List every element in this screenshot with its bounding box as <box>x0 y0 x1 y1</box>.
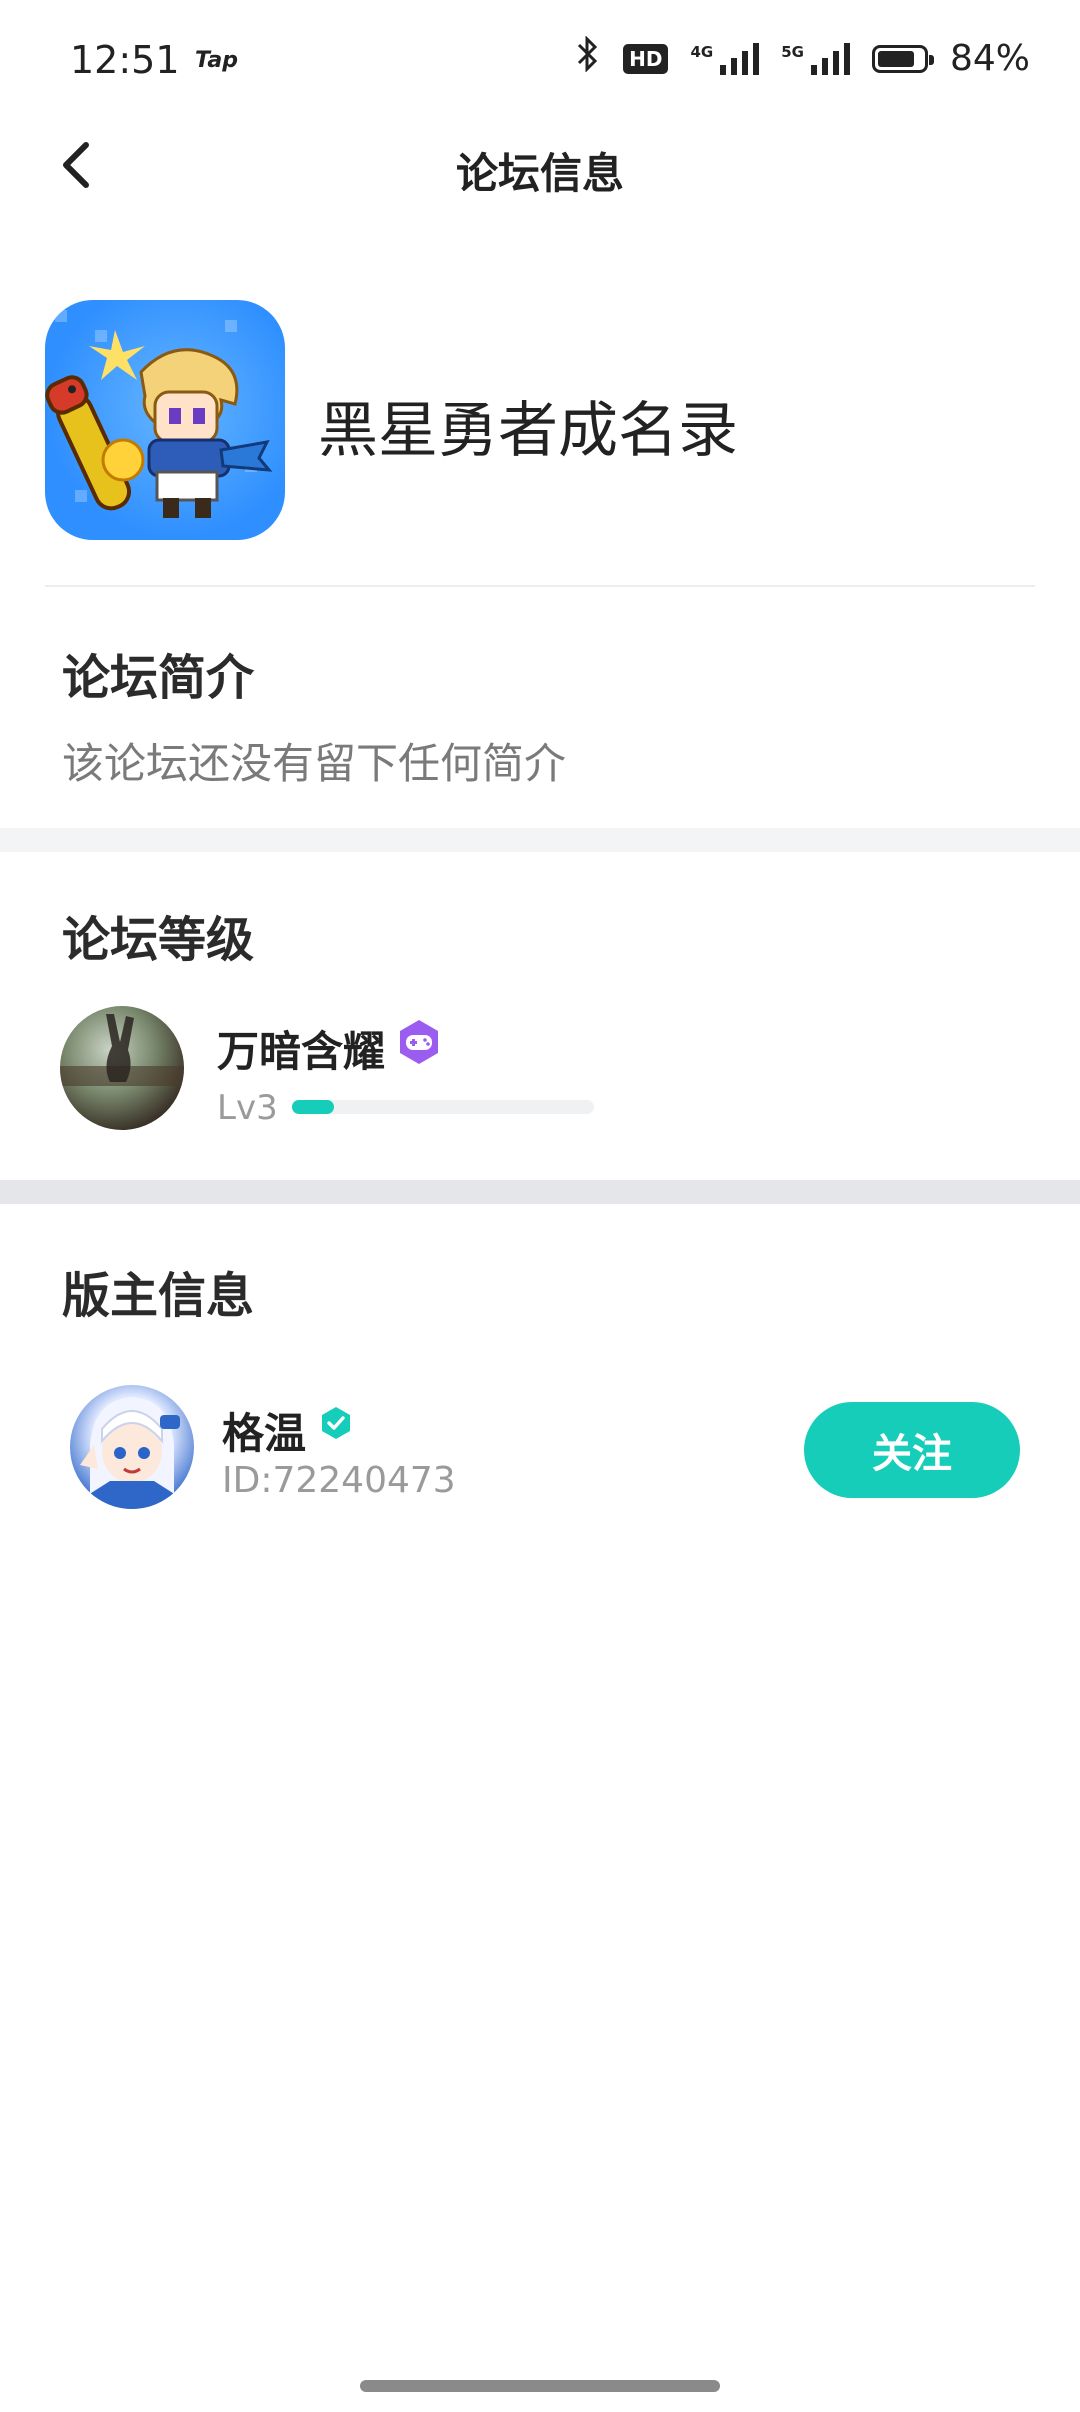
section-separator <box>0 828 1080 852</box>
user-avatar[interactable] <box>60 1006 184 1130</box>
status-icons: HD 4G 5G 84% <box>575 35 1030 81</box>
moderator-section-title: 版主信息 <box>62 1268 255 1324</box>
page-title: 论坛信息 <box>455 149 624 198</box>
level-progress-track <box>292 1100 594 1114</box>
forum-name: 黑星勇者成名录 <box>318 396 738 466</box>
level-section-title: 论坛等级 <box>62 912 255 968</box>
moderator-avatar[interactable] <box>70 1385 194 1509</box>
divider <box>45 585 1035 587</box>
status-time: 12:51 <box>70 38 180 82</box>
level-label: Lv3 <box>217 1088 278 1128</box>
home-indicator[interactable] <box>360 2380 720 2392</box>
game-icon <box>45 300 285 540</box>
battery-percent: 84% <box>949 38 1030 79</box>
network-5g-label: 5G <box>781 42 804 61</box>
signal-4g-icon: 4G <box>690 42 760 75</box>
network-4g-label: 4G <box>690 42 714 61</box>
moderator-id: ID:72240473 <box>222 1460 456 1501</box>
moderator-name: 格温 <box>222 1409 307 1458</box>
battery-level-fill <box>877 50 914 67</box>
status-bar: 12:51 Tap HD 4G 5G 84% <box>0 0 1080 125</box>
tap-app-badge: Tap <box>195 48 238 73</box>
game-controller-badge-icon <box>395 1018 443 1066</box>
bluetooth-icon <box>575 35 601 81</box>
user-name: 万暗含耀 <box>217 1027 386 1076</box>
section-separator <box>0 1180 1080 1204</box>
battery-icon <box>871 44 934 73</box>
verified-icon <box>318 1405 354 1441</box>
intro-section-title: 论坛简介 <box>62 650 255 706</box>
hd-voice-icon: HD <box>623 43 669 74</box>
intro-text: 该论坛还没有留下任何简介 <box>62 739 567 788</box>
signal-5g-icon: 5G <box>781 42 850 75</box>
level-progress-fill <box>292 1100 335 1114</box>
follow-button[interactable]: 关注 <box>804 1402 1020 1498</box>
